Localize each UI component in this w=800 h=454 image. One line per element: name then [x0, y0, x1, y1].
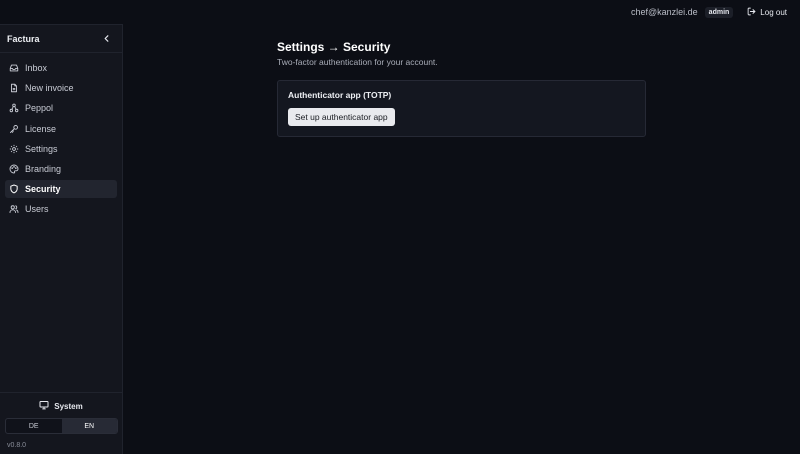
page-title: Settings → Security	[277, 40, 391, 54]
sidebar-item-label: Peppol	[25, 103, 54, 114]
key-icon	[9, 124, 19, 134]
theme-toggle-button[interactable]: System	[0, 400, 122, 412]
users-icon	[9, 204, 19, 214]
app-root: chef@kanzlei.de admin Log out Factura In…	[0, 0, 800, 454]
theme-label: System	[54, 401, 83, 411]
role-badge: admin	[704, 6, 734, 18]
sidebar-item-label: Security	[25, 184, 61, 195]
totp-card: Authenticator app (TOTP) Set up authenti…	[277, 80, 646, 137]
chevron-left-icon	[104, 35, 108, 42]
gear-icon	[9, 144, 19, 154]
sidebar-item-peppol[interactable]: Peppol	[5, 99, 117, 117]
sidebar-item-label: Branding	[25, 163, 62, 174]
sidebar-item-settings[interactable]: Settings	[5, 140, 117, 158]
brand-name: Factura	[7, 33, 40, 44]
sidebar-item-inbox[interactable]: Inbox	[5, 59, 117, 77]
sidebar-item-label: New invoice	[25, 83, 74, 94]
sidebar-header: Factura	[0, 25, 122, 53]
sidebar-footer: System DE EN v0.8.0	[0, 392, 122, 454]
sidebar-item-branding[interactable]: Branding	[5, 160, 117, 178]
sidebar-item-users[interactable]: Users	[5, 200, 117, 218]
logout-button[interactable]: Log out	[747, 7, 787, 18]
language-option-en[interactable]: EN	[61, 419, 117, 433]
sidebar-item-label: Inbox	[25, 63, 48, 73]
page-subtitle: Two-factor authentication for your accou…	[277, 57, 438, 67]
language-switcher: DE EN	[5, 418, 118, 434]
sidebar-item-label: Users	[25, 204, 49, 215]
file-icon	[9, 83, 19, 93]
sidebar-item-new-invoice[interactable]: New invoice	[5, 79, 117, 97]
shield-icon	[9, 184, 19, 194]
logout-icon	[747, 7, 756, 18]
setup-authenticator-button[interactable]: Set up authenticator app	[288, 108, 395, 126]
card-title: Authenticator app (TOTP)	[288, 90, 392, 100]
sidebar: Factura Inbox New invoice Peppol License…	[0, 24, 123, 454]
collapse-sidebar-button[interactable]	[100, 33, 112, 45]
sidebar-item-label: License	[25, 123, 57, 134]
inbox-icon	[9, 63, 19, 73]
top-bar: chef@kanzlei.de admin Log out	[0, 0, 800, 24]
sidebar-item-label: Settings	[25, 143, 58, 154]
sidebar-item-license[interactable]: License	[5, 120, 117, 138]
main-content: Settings → Security Two-factor authentic…	[277, 40, 647, 137]
app-version: v0.8.0	[7, 442, 27, 449]
language-option-de[interactable]: DE	[6, 419, 62, 433]
sidebar-item-security[interactable]: Security	[5, 180, 117, 199]
palette-icon	[9, 164, 19, 174]
monitor-icon	[39, 400, 49, 412]
user-email: chef@kanzlei.de	[630, 7, 698, 17]
logout-label: Log out	[760, 7, 787, 17]
network-icon	[9, 103, 19, 113]
sidebar-nav: Inbox New invoice Peppol License Setting…	[0, 53, 122, 218]
